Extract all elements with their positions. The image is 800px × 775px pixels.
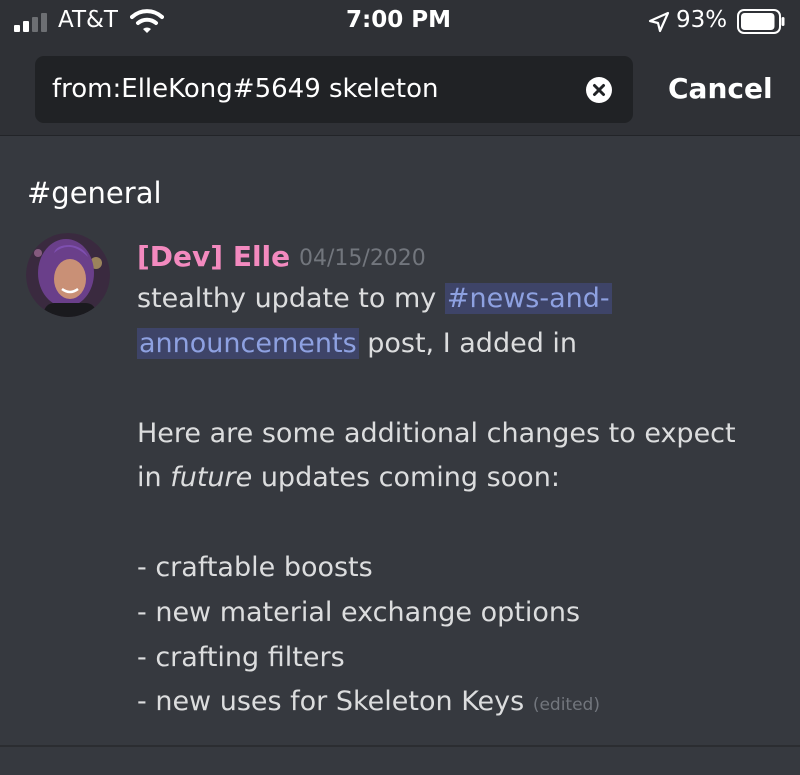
result-divider bbox=[0, 745, 800, 747]
cancel-button[interactable]: Cancel bbox=[668, 72, 773, 105]
carrier-label: AT&T bbox=[58, 7, 118, 33]
edited-label: (edited) bbox=[532, 695, 600, 715]
search-input[interactable]: from:ElleKong#5649 skeleton bbox=[35, 56, 633, 123]
message-text: post, I added in bbox=[358, 328, 578, 359]
bullet-line: - craftable boosts bbox=[137, 552, 373, 583]
message-text: in bbox=[137, 462, 171, 493]
header-divider bbox=[0, 135, 800, 136]
wifi-icon bbox=[130, 9, 164, 33]
search-query-text: from:ElleKong#5649 skeleton bbox=[52, 74, 439, 104]
message-text: stealthy update to my bbox=[137, 283, 445, 314]
message-line: in future updates coming soon: bbox=[137, 462, 560, 493]
top-area: AT&T 7:00 PM 93% from:ElleKong#5649 skel… bbox=[0, 0, 800, 136]
bullet-line: - new material exchange options bbox=[137, 597, 581, 628]
channel-mention-link[interactable]: announcements bbox=[137, 328, 359, 359]
location-arrow-icon bbox=[648, 11, 670, 33]
bullet-line: - new uses for Skeleton Keys (edited) bbox=[137, 686, 600, 717]
user-avatar[interactable] bbox=[26, 233, 110, 317]
message-text: updates coming soon: bbox=[252, 462, 560, 493]
channel-name[interactable]: #general bbox=[27, 176, 162, 210]
status-bar: AT&T 7:00 PM 93% bbox=[0, 0, 800, 44]
cellular-signal-icon bbox=[14, 13, 47, 32]
message-line: Here are some additional changes to expe… bbox=[137, 418, 736, 449]
clear-search-icon[interactable] bbox=[586, 77, 612, 103]
message-line: announcements post, I added in bbox=[137, 328, 577, 359]
message-line: stealthy update to my #news-and- bbox=[137, 283, 612, 314]
status-time: 7:00 PM bbox=[346, 7, 451, 33]
battery-percentage: 93% bbox=[676, 7, 728, 33]
italic-text: future bbox=[170, 462, 253, 493]
message-author[interactable]: [Dev] Elle bbox=[137, 240, 290, 273]
channel-mention-link[interactable]: #news-and- bbox=[444, 283, 612, 314]
message-timestamp: 04/15/2020 bbox=[299, 246, 426, 271]
battery-icon bbox=[737, 9, 785, 34]
bullet-line: - crafting filters bbox=[137, 642, 345, 673]
message-text: - new uses for Skeleton Keys bbox=[137, 686, 525, 717]
